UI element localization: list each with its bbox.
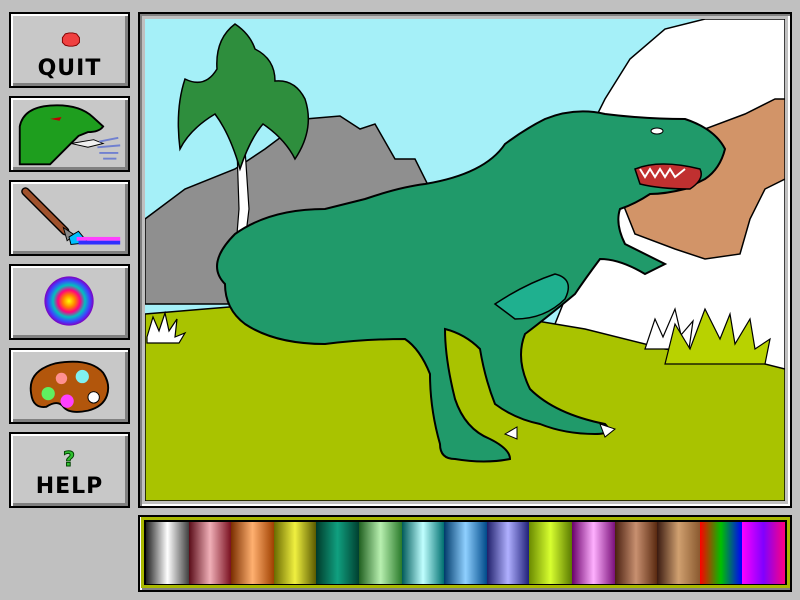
color-swatch[interactable]: [444, 522, 487, 584]
dinosaur-eye[interactable]: [650, 127, 664, 135]
color-swatch[interactable]: [358, 522, 402, 584]
color-swatch[interactable]: [571, 522, 615, 584]
color-swatch[interactable]: [486, 522, 530, 584]
coloring-canvas[interactable]: [145, 19, 785, 501]
help-label: HELP: [35, 474, 104, 499]
svg-text:?: ?: [63, 447, 75, 471]
rainbow-circle-icon: [44, 276, 94, 326]
quit-button[interactable]: QUIT: [9, 12, 130, 88]
quit-label: QUIT: [37, 56, 102, 81]
color-swatch[interactable]: [231, 522, 274, 584]
paint-palette-icon: [29, 360, 110, 413]
paintbrush-icon: [21, 187, 121, 246]
color-swatch[interactable]: [188, 522, 232, 584]
help-button[interactable]: ? HELP: [9, 432, 130, 508]
palette-button[interactable]: [9, 348, 130, 424]
color-swatch[interactable]: [614, 522, 658, 584]
color-swatch[interactable]: [742, 522, 785, 584]
color-swatch[interactable]: [316, 522, 359, 584]
spray-button[interactable]: [9, 264, 130, 340]
color-swatch[interactable]: [401, 522, 445, 584]
color-palette: [146, 522, 785, 584]
color-swatch[interactable]: [699, 522, 743, 584]
color-swatch[interactable]: [146, 522, 189, 584]
color-swatch[interactable]: [273, 522, 317, 584]
dinosaur-head-icon: [18, 104, 121, 166]
color-swatch[interactable]: [529, 522, 572, 584]
color-swatch[interactable]: [657, 522, 700, 584]
paintbrush-button[interactable]: [9, 180, 130, 256]
stamp-button[interactable]: [9, 96, 130, 172]
